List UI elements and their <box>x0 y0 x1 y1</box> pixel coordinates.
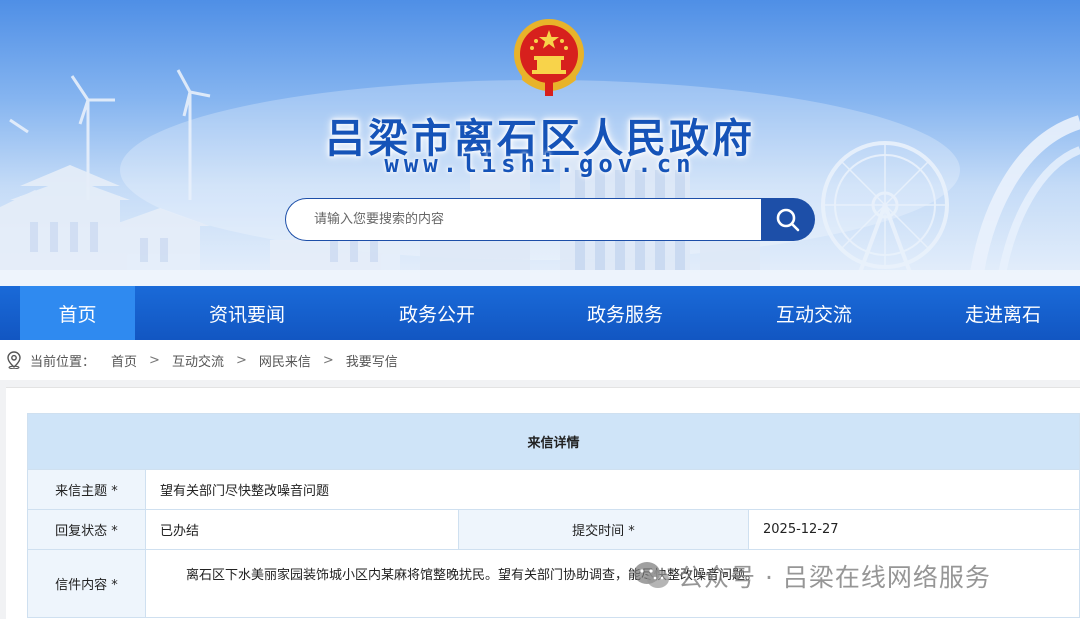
breadcrumb: 当前位置： 首页 > 互动交流 > 网民来信 > 我要写信 <box>0 340 1080 380</box>
submit-time-label: 提交时间 * <box>458 509 749 550</box>
search-input[interactable] <box>285 198 763 241</box>
breadcrumb-label: 当前位置： <box>30 354 96 370</box>
letter-content-label: 信件内容 * <box>27 549 146 618</box>
nav-item-home[interactable]: 首页 <box>20 286 135 340</box>
content-panel: 来信详情 来信主题 * 望有关部门尽快整改噪音问题 回复状态 * 已办结 提交时… <box>6 387 1080 619</box>
reply-status-label: 回复状态 * <box>27 509 146 550</box>
breadcrumb-separator: > <box>149 352 160 368</box>
letter-content-value: 离石区下水美丽家园装饰城小区内某麻将馆整晚扰民。望有关部门协助调查，能尽快整改噪… <box>144 549 1080 618</box>
breadcrumb-write-letter[interactable]: 我要写信 <box>346 351 398 370</box>
breadcrumb-home[interactable]: 首页 <box>111 351 137 370</box>
national-emblem-icon <box>514 19 584 96</box>
main-nav: 首页 资讯要闻 政务公开 政务服务 互动交流 走进离石 <box>0 286 1080 340</box>
letter-detail-heading: 来信详情 <box>26 413 1080 470</box>
nav-item-about-lishi[interactable]: 走进离石 <box>934 286 1072 340</box>
submit-time-value: 2025-12-27 <box>747 509 1080 550</box>
subject-value: 望有关部门尽快整改噪音问题 <box>144 469 1080 510</box>
location-pin-icon <box>7 351 21 369</box>
subject-label: 来信主题 * <box>27 469 146 510</box>
header-banner: 吕梁市离石区人民政府 www.lishi.gov.cn <box>0 0 1080 286</box>
letter-detail-table: 来信详情 来信主题 * 望有关部门尽快整改噪音问题 回复状态 * 已办结 提交时… <box>26 413 1080 618</box>
search-button[interactable] <box>761 198 815 241</box>
site-url: www.lishi.gov.cn <box>384 150 696 178</box>
search-icon <box>776 208 800 231</box>
reply-status-value: 已办结 <box>145 509 459 550</box>
breadcrumb-separator: > <box>322 352 334 368</box>
nav-item-interaction[interactable]: 互动交流 <box>745 286 883 340</box>
nav-item-gov-affairs-open[interactable]: 政务公开 <box>368 286 506 340</box>
nav-item-gov-services[interactable]: 政务服务 <box>556 286 694 340</box>
breadcrumb-separator: > <box>235 352 247 368</box>
breadcrumb-netizen-letters[interactable]: 网民来信 <box>259 351 311 370</box>
nav-item-news[interactable]: 资讯要闻 <box>178 286 316 340</box>
breadcrumb-interaction[interactable]: 互动交流 <box>172 351 224 370</box>
